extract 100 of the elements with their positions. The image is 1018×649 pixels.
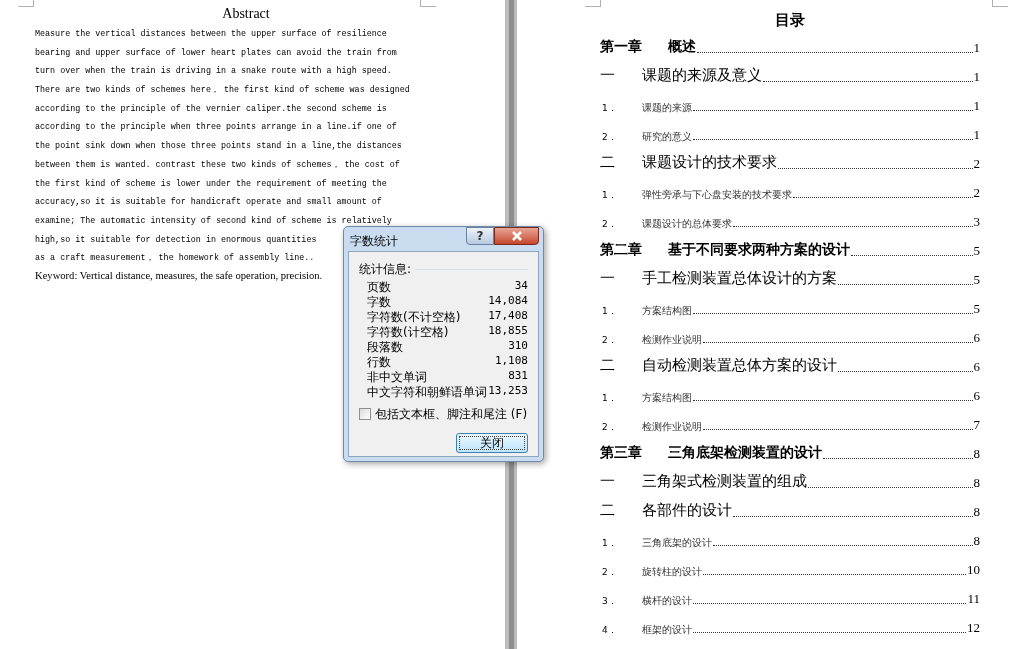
stat-value: 310 bbox=[508, 338, 528, 355]
abstract-line: the point sink down when those three points stand in a line,the distances bbox=[35, 140, 402, 154]
toc-number: 3． bbox=[601, 594, 618, 608]
checkbox-label: 包括文本框、脚注和尾注 (F) bbox=[375, 406, 528, 423]
toc-entry-title: 自动检测装置总体方案的设计 bbox=[642, 354, 837, 376]
toc-number: 一 bbox=[600, 470, 616, 492]
stat-label: 页数 bbox=[367, 278, 391, 296]
close-icon[interactable] bbox=[494, 227, 539, 245]
abstract-line: according to the principle of the vernier caliper.the second scheme is bbox=[35, 102, 387, 116]
stat-value: 14,084 bbox=[488, 293, 528, 310]
close-button[interactable]: 关闭 bbox=[456, 433, 528, 453]
toc-entry-title: 三角架式检测装置的组成 bbox=[642, 470, 807, 492]
toc-page-number: 3 bbox=[973, 212, 980, 231]
toc-entry-title: 概述 bbox=[668, 37, 696, 56]
toc-entry-title: 方案结构图 bbox=[642, 304, 692, 318]
abstract-line: as a craft measurement， the homework of assembly line.. bbox=[35, 252, 315, 266]
abstract-line: There are two kinds of schemes here， the first kind of scheme was designed bbox=[35, 84, 410, 98]
toc-number: 2． bbox=[601, 130, 618, 144]
toc-entry-title: 课题设计的技术要求 bbox=[642, 151, 777, 173]
abstract-line: accuracy,so it is suitable for handicraft operate and small amount of bbox=[35, 196, 382, 210]
stat-value: 831 bbox=[508, 368, 528, 385]
include-checkbox[interactable] bbox=[359, 408, 371, 420]
stat-label: 非中文单词 bbox=[367, 368, 427, 386]
toc-page-number: 12 bbox=[967, 618, 980, 637]
toc-page-number: 8 bbox=[973, 502, 980, 521]
abstract-line: the first kind of scheme is lower under the requirement of meeting the bbox=[35, 177, 387, 191]
toc-number: 第一章 bbox=[600, 37, 642, 56]
toc-entry-title: 框架的设计 bbox=[642, 623, 692, 637]
toc-page-number: 1 bbox=[973, 38, 980, 57]
toc-page-number: 11 bbox=[967, 589, 980, 608]
toc-number: 二 bbox=[600, 354, 616, 376]
toc-number: 二 bbox=[600, 499, 616, 521]
toc-number: 1． bbox=[601, 188, 618, 202]
abstract-line: examine; The automatic intensity of second kind of scheme is relatively bbox=[35, 214, 392, 228]
stat-label: 字符数(不计空格) bbox=[367, 308, 461, 326]
toc-page-number: 6 bbox=[973, 328, 980, 347]
toc-title: 目录 bbox=[775, 10, 805, 30]
toc-number: 1． bbox=[601, 101, 618, 115]
toc-page-number: 7 bbox=[973, 415, 980, 434]
toc-entry-title: 手工检测装置总体设计的方案 bbox=[642, 267, 837, 289]
toc-number: 2． bbox=[601, 217, 618, 231]
toc-number: 4． bbox=[601, 623, 618, 637]
toc-entry-title: 方案结构图 bbox=[642, 391, 692, 405]
stat-label: 行数 bbox=[367, 353, 391, 371]
stat-label: 字数 bbox=[367, 293, 391, 311]
crop-mark bbox=[585, 0, 601, 7]
toc-page-number: 8 bbox=[973, 473, 980, 492]
abstract-line: between them is wanted. contrast these two kinds of schemes， the cost of bbox=[35, 158, 400, 172]
toc-page-number: 10 bbox=[967, 560, 980, 579]
toc-entry-title: 三角底架检测装置的设计 bbox=[668, 443, 822, 462]
toc-number: 一 bbox=[600, 267, 616, 289]
toc-number: 第二章 bbox=[600, 240, 642, 259]
keyword-line: Keyword: Vertical distance, measures, the safe operation, precision. bbox=[35, 268, 323, 283]
toc-page-number: 1 bbox=[973, 125, 980, 144]
stat-value: 13,253 bbox=[488, 383, 528, 400]
toc-page-number: 1 bbox=[973, 67, 980, 86]
toc-number: 二 bbox=[600, 151, 616, 173]
abstract-line: turn over when the train is driving in a snake route with a high speed. bbox=[35, 65, 392, 79]
toc-page-number: 6 bbox=[973, 357, 980, 376]
stat-value: 1,108 bbox=[494, 353, 528, 370]
abstract-line: according to the principle when three points arrange in a line.if one of bbox=[35, 121, 397, 135]
toc-page-number: 5 bbox=[973, 299, 980, 318]
toc-number: 2． bbox=[601, 333, 618, 347]
stat-label: 字符数(计空格) bbox=[367, 323, 449, 341]
toc-page-number: 1 bbox=[973, 96, 980, 115]
toc-entry-title: 旋转柱的设计 bbox=[642, 565, 702, 579]
toc-number: 1． bbox=[601, 391, 618, 405]
toc-page-number: 2 bbox=[973, 183, 980, 202]
toc-entry-title: 各部件的设计 bbox=[642, 499, 732, 521]
abstract-line: bearing and upper surface of lower heart plates can avoid the train from bbox=[35, 46, 397, 60]
toc-number: 一 bbox=[600, 64, 616, 86]
stat-value: 18,855 bbox=[488, 323, 528, 340]
toc-number: 第三章 bbox=[600, 443, 642, 462]
stat-value: 17,408 bbox=[488, 308, 528, 325]
stat-label: 中文字符和朝鲜语单词 bbox=[367, 383, 487, 401]
toc-entry-title: 检测作业说明 bbox=[642, 333, 702, 347]
abstract-line: Measure the vertical distances between the upper surface of resilience bbox=[35, 28, 387, 41]
toc-entry-title: 横杆的设计 bbox=[642, 594, 692, 608]
toc-page-number: 8 bbox=[973, 531, 980, 550]
toc-entry-title: 基于不同要求两种方案的设计 bbox=[668, 240, 850, 259]
toc-number: 2． bbox=[601, 565, 618, 579]
stat-label: 段落数 bbox=[367, 338, 403, 356]
abstract-line: high,so it suitable for detection in enormous quantities bbox=[35, 233, 317, 247]
toc-entry-title: 检测作业说明 bbox=[642, 420, 702, 434]
toc-page-number: 5 bbox=[973, 270, 980, 289]
toc-page-number: 8 bbox=[973, 444, 980, 463]
toc-entry-title: 研究的意义 bbox=[642, 130, 692, 144]
toc-number: 1． bbox=[601, 536, 618, 550]
help-button[interactable]: ? bbox=[466, 227, 494, 245]
crop-mark bbox=[420, 0, 436, 7]
group-label: 统计信息: bbox=[359, 261, 412, 278]
toc-page-number: 5 bbox=[973, 241, 980, 260]
crop-mark bbox=[992, 0, 1008, 7]
toc-entry-title: 课题的来源及意义 bbox=[642, 64, 762, 86]
toc-number: 2． bbox=[601, 420, 618, 434]
toc-number: 1． bbox=[601, 304, 618, 318]
toc-entry-title: 课题设计的总体要求 bbox=[642, 217, 732, 231]
toc-page-number: 6 bbox=[973, 386, 980, 405]
toc-page-number: 2 bbox=[973, 154, 980, 173]
abstract-title: Abstract bbox=[222, 6, 270, 22]
